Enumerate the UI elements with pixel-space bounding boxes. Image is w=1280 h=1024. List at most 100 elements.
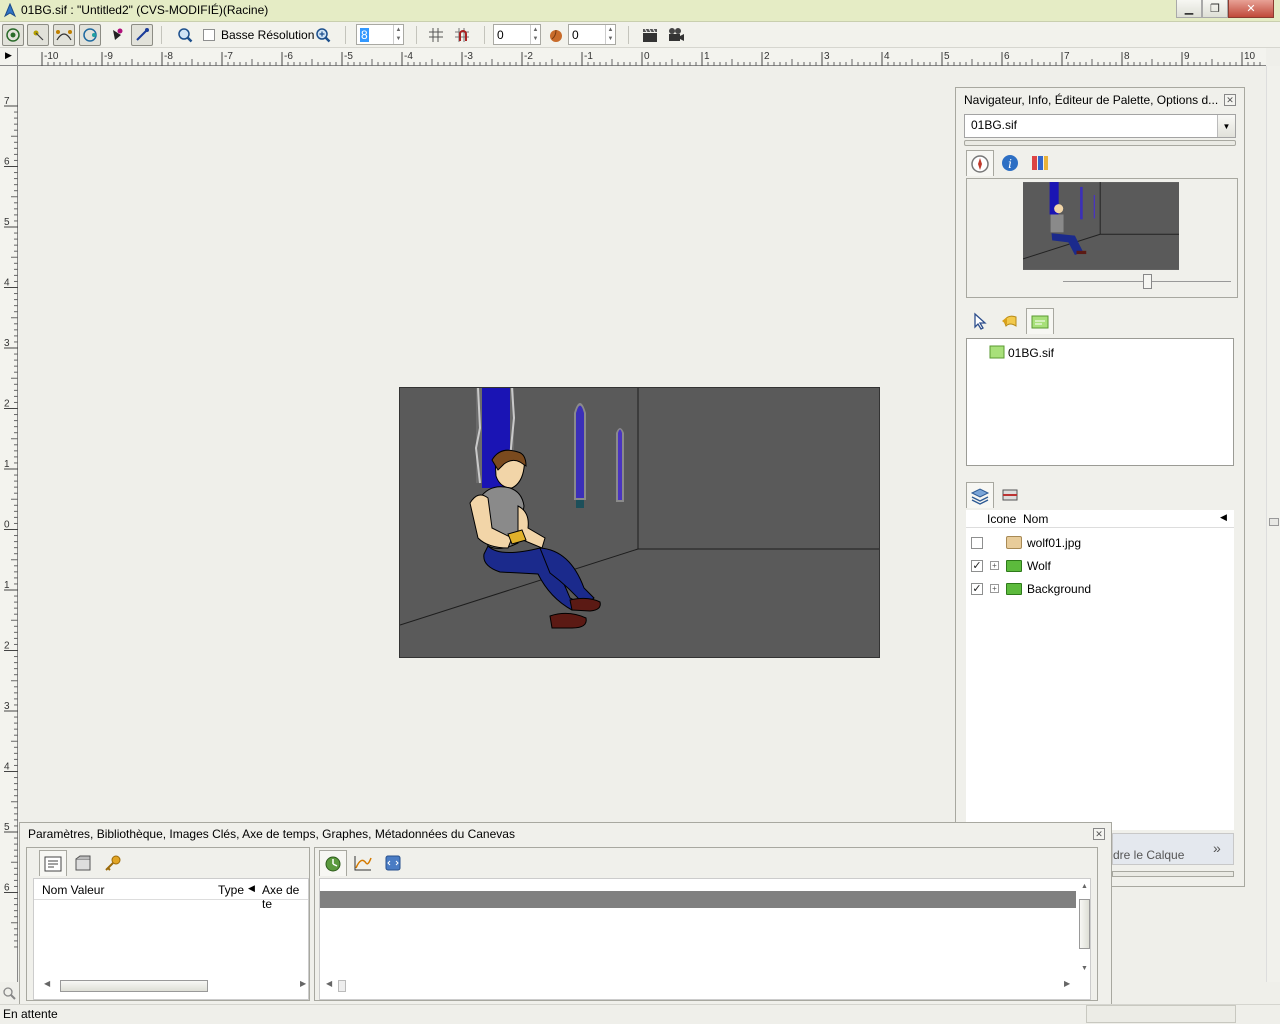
sort-arrow-icon[interactable]: ◀ — [248, 883, 255, 894]
tab-canvas-browser[interactable] — [1026, 308, 1054, 334]
vertical-scrollbar[interactable] — [1266, 66, 1280, 982]
radius-duck-icon — [83, 28, 97, 42]
past-onion-skin-spinbox[interactable]: 0 ▲ ▼ — [493, 24, 541, 45]
ruler-label: 5 — [4, 217, 10, 228]
show-angle-ducks-button[interactable] — [131, 24, 153, 46]
canvas-render[interactable] — [399, 387, 880, 658]
layer-row[interactable]: wolf01.jpg — [966, 532, 1234, 554]
ruler-label: -6 — [284, 51, 293, 62]
tab-graphs[interactable] — [349, 850, 377, 876]
vertical-scrollbar[interactable]: ▲ ▼ — [1078, 879, 1092, 979]
scroll-left-icon[interactable]: ◀ — [44, 979, 50, 988]
ruler-label: 6 — [4, 883, 10, 894]
low-resolution-checkbox[interactable] — [203, 29, 215, 41]
zoom-fit-button[interactable] — [0, 982, 18, 1004]
scroll-up-icon[interactable]: ▲ — [1081, 883, 1088, 890]
tab-library[interactable] — [69, 850, 97, 876]
zoom-out-button[interactable] — [174, 24, 196, 46]
horizontal-scrollbar[interactable]: ◀ ▶ — [38, 979, 306, 993]
show-tangent-ducks-button[interactable] — [53, 24, 75, 46]
scroll-right-icon[interactable]: ▶ — [300, 979, 306, 988]
layer-visibility-checkbox[interactable]: ✓ — [971, 583, 983, 595]
layers-list: Icone Nom ◀ wolf01.jpg ✓ + Wolf ✓ + Background — [966, 510, 1234, 830]
horizontal-scrollbar[interactable]: ◀ ▶ — [324, 979, 1076, 993]
tab-sets[interactable] — [996, 482, 1024, 508]
show-radius-ducks-button[interactable] — [79, 24, 101, 46]
lower-layer-button-label[interactable]: dre le Calque — [1113, 848, 1184, 862]
minimize-button[interactable]: ▁ — [1176, 0, 1202, 18]
zoom-in-button[interactable] — [312, 24, 334, 46]
show-position-ducks-button[interactable] — [2, 24, 24, 46]
document-select-value: 01BG.sif — [971, 118, 1018, 132]
expand-icon[interactable]: + — [990, 584, 999, 593]
show-vertex-ducks-button[interactable] — [27, 24, 49, 46]
tab-keyframes[interactable] — [99, 850, 127, 876]
ruler-label: 1 — [4, 580, 10, 591]
column-header-timeline[interactable]: Axe de te — [262, 883, 308, 911]
column-header-type[interactable]: Type — [218, 883, 244, 897]
tab-info[interactable]: i — [996, 150, 1024, 176]
sort-arrow-icon[interactable]: ◀ — [1220, 512, 1227, 523]
zoom-slider-handle[interactable] — [1143, 274, 1152, 289]
maximize-button[interactable]: ❐ — [1202, 0, 1228, 18]
window-titlebar: 01BG.sif : "Untitled2" (CVS-MODIFIÉ)(Rac… — [0, 0, 1280, 22]
scroll-down-icon[interactable]: ▼ — [1081, 965, 1088, 972]
width-duck-icon — [113, 28, 123, 40]
past-onion-value: 0 — [497, 28, 504, 42]
spin-arrows-icon[interactable]: ▲ ▼ — [530, 25, 540, 44]
window-title: 01BG.sif : "Untitled2" (CVS-MODIFIÉ)(Rac… — [21, 3, 269, 17]
toggle-grid-button[interactable] — [425, 24, 447, 46]
clapperboard-icon — [643, 28, 657, 42]
ruler-corner-menu-button[interactable]: ▶ — [0, 48, 18, 66]
tab-palette-editor[interactable] — [1026, 150, 1054, 176]
scroll-thumb[interactable] — [338, 980, 346, 992]
close-panel-button[interactable]: ✕ — [1093, 828, 1105, 840]
tab-layers[interactable] — [966, 482, 994, 508]
ruler-label: -4 — [404, 51, 413, 62]
tab-navigator[interactable] — [966, 150, 994, 176]
expand-icon[interactable]: + — [990, 561, 999, 570]
tab-params[interactable] — [39, 850, 67, 876]
layer-visibility-checkbox[interactable] — [971, 537, 983, 549]
render-button[interactable] — [639, 24, 661, 46]
scroll-left-icon[interactable]: ◀ — [326, 979, 332, 988]
preview-button[interactable] — [665, 24, 687, 46]
spin-arrows-icon[interactable]: ▲ ▼ — [393, 25, 403, 44]
tab-tool-options[interactable] — [966, 308, 994, 334]
horizontal-ruler: -10 -9 -8 -7 -6 -5 -4 -3 -2 -1 0 1 2 3 4 5 6 7 8 9 10 — [18, 48, 1266, 66]
more-actions-button[interactable]: » — [1213, 840, 1221, 856]
show-width-ducks-button[interactable] — [106, 24, 128, 46]
params-icon — [44, 856, 62, 871]
layer-visibility-checkbox[interactable]: ✓ — [971, 560, 983, 572]
tab-history[interactable] — [996, 308, 1024, 334]
toggle-snap-button[interactable] — [451, 24, 473, 46]
quality-spinbox[interactable]: 8 ▲ ▼ — [356, 24, 404, 45]
canvas-tree-item-label[interactable]: 01BG.sif — [1008, 346, 1054, 360]
params-panel-title: Paramètres, Bibliothèque, Images Clés, A… — [28, 827, 515, 841]
layer-row[interactable]: ✓ + Background — [966, 578, 1234, 600]
future-onion-skin-spinbox[interactable]: 0 ▲ ▼ — [568, 24, 616, 45]
layer-row[interactable]: ✓ + Wolf — [966, 555, 1234, 577]
scroll-thumb[interactable] — [1079, 899, 1090, 949]
column-header-icon[interactable]: Icone — [987, 512, 1016, 526]
scroll-right-icon[interactable]: ▶ — [1064, 979, 1070, 988]
chevron-down-icon[interactable]: ▼ — [1217, 115, 1235, 137]
onion-skin-button[interactable] — [545, 24, 567, 46]
tab-timetrack[interactable] — [319, 850, 347, 876]
scroll-thumb[interactable] — [60, 980, 208, 992]
panel-separator-bar — [1112, 871, 1234, 877]
document-select[interactable]: 01BG.sif ▼ — [964, 114, 1236, 138]
tab-canvas-metadata[interactable] — [379, 850, 407, 876]
column-header-name-value[interactable]: Nom Valeur — [42, 883, 104, 897]
timetrack-area[interactable]: ▲ ▼ ◀ ▶ — [319, 878, 1091, 1000]
close-panel-button[interactable]: ✕ — [1224, 94, 1236, 106]
column-header-name[interactable]: Nom — [1023, 512, 1048, 526]
canvas-toolbar: Basse Résolution 8 ▲ ▼ 0 ▲ ▼ 0 ▲ ▼ — [0, 22, 1280, 48]
params-right-pane: ▲ ▼ ◀ ▶ — [314, 847, 1098, 1001]
navigator-thumbnail[interactable] — [1023, 182, 1179, 270]
info-icon: i — [1002, 155, 1018, 171]
close-window-button[interactable]: ✕ — [1228, 0, 1274, 18]
spin-arrows-icon[interactable]: ▲ ▼ — [605, 25, 615, 44]
scroll-thumb[interactable] — [1269, 518, 1279, 526]
ruler-label: 2 — [4, 641, 10, 652]
